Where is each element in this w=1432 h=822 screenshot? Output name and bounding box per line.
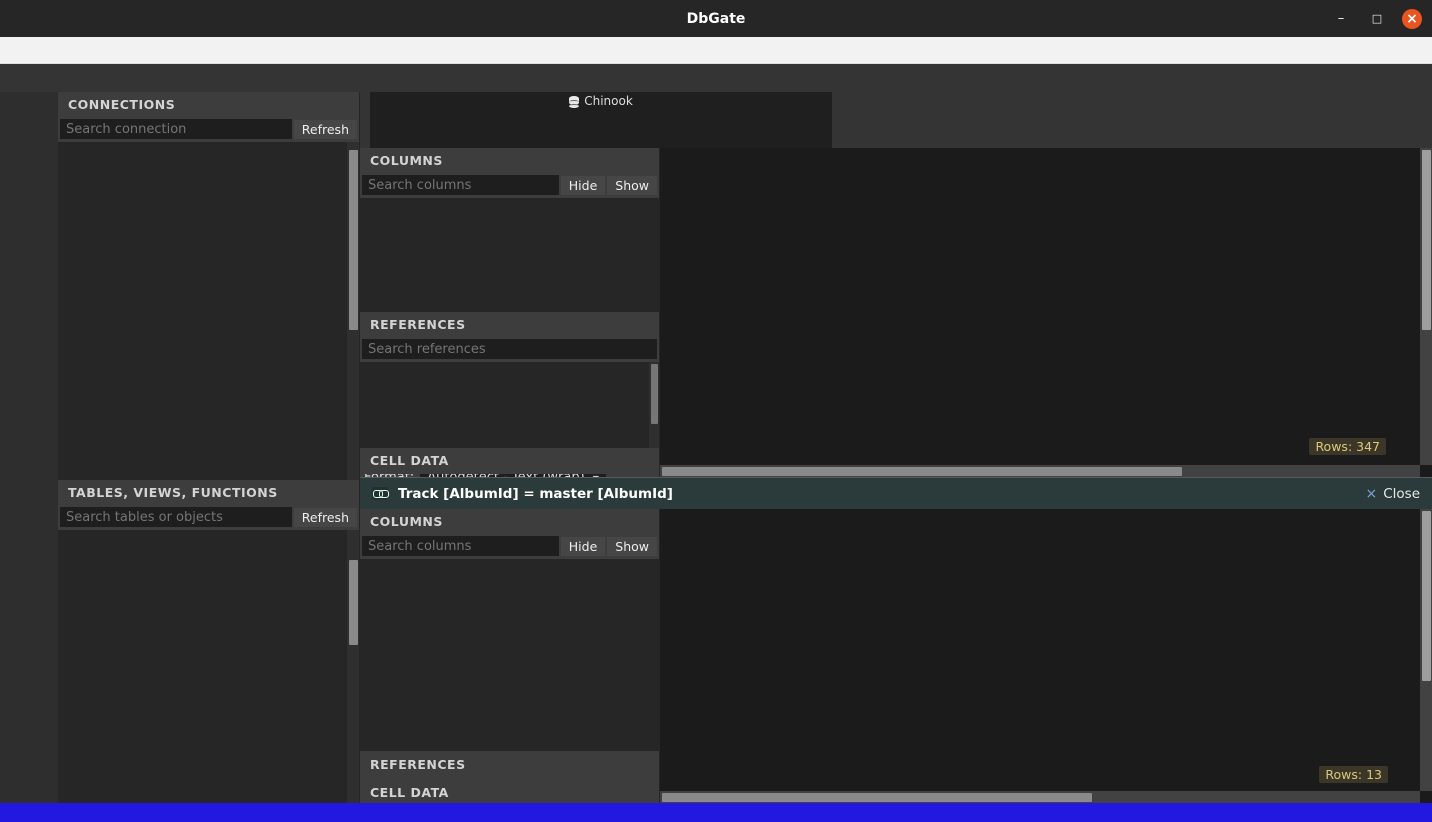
tab-group-database-name: Chinook xyxy=(584,94,633,108)
search-references-input[interactable] xyxy=(362,339,657,359)
columns-list xyxy=(360,198,659,312)
tabs xyxy=(370,109,832,148)
reference-detail-panel: Track [AlbumId] = master [AlbumId] × Clo… xyxy=(360,477,1432,803)
database-icon xyxy=(569,96,579,105)
cell-data-header: CELL DATA xyxy=(360,448,659,474)
grid-vertical-scrollbar[interactable] xyxy=(1420,148,1432,465)
tables-search-row: Refresh xyxy=(58,506,359,530)
bottom-managers-panel: COLUMNS Hide Show REFERENCES CELL DATA xyxy=(360,509,660,803)
dbgate-window: DbGate CONNECTIONS Refresh TABLES, VIEWS… xyxy=(0,0,1432,822)
columns-header: COLUMNS xyxy=(360,509,659,535)
connections-scrollbar[interactable] xyxy=(347,142,359,480)
tables-header: TABLES, VIEWS, FUNCTIONS xyxy=(58,480,359,506)
search-columns-input[interactable] xyxy=(362,536,559,556)
references-scrollbar-thumb[interactable] xyxy=(651,364,658,424)
link-icon xyxy=(372,487,388,500)
album-data-grid: Rows: 347 xyxy=(660,148,1432,477)
album-tab-content: COLUMNS Hide Show REFERENCES CELL DATA xyxy=(360,148,1432,477)
references-scrollbar[interactable] xyxy=(649,362,659,448)
close-reference-panel-button[interactable]: × Close xyxy=(1365,486,1420,502)
show-button[interactable]: Show xyxy=(607,176,657,195)
reference-panel-title: Track [AlbumId] = master [AlbumId] xyxy=(398,486,673,502)
icon-rail xyxy=(0,92,58,803)
tab-group-label: Chinook xyxy=(370,92,832,109)
hide-button[interactable]: Hide xyxy=(561,537,606,556)
tab-group: Chinook xyxy=(370,92,832,148)
search-tables-input[interactable] xyxy=(60,507,292,527)
tables-scrollbar-thumb[interactable] xyxy=(349,560,358,645)
grid-vscroll-thumb[interactable] xyxy=(1422,150,1431,330)
reference-panel-body: COLUMNS Hide Show REFERENCES CELL DATA xyxy=(360,509,1432,803)
connections-list xyxy=(58,142,359,480)
columns-header: COLUMNS xyxy=(360,148,659,174)
window-controls xyxy=(1330,8,1432,30)
workspace: Chinook COLUMNS Hide Show REFERENCES xyxy=(360,92,1432,803)
top-managers-panel: COLUMNS Hide Show REFERENCES CELL DATA xyxy=(360,148,660,477)
status-bar xyxy=(0,803,1432,822)
grid-horizontal-scrollbar[interactable] xyxy=(660,465,1420,477)
close-icon[interactable] xyxy=(1402,9,1422,29)
main-area: CONNECTIONS Refresh TABLES, VIEWS, FUNCT… xyxy=(0,92,1432,803)
connections-header: CONNECTIONS xyxy=(58,92,359,118)
connections-search-row: Refresh xyxy=(58,118,359,142)
window-title: DbGate xyxy=(0,11,1432,27)
grid-vscroll-thumb[interactable] xyxy=(1422,511,1431,681)
references-search-row xyxy=(360,338,659,362)
show-button[interactable]: Show xyxy=(607,537,657,556)
columns-list xyxy=(360,559,659,751)
tables-refresh-button[interactable]: Refresh xyxy=(294,508,357,527)
grid-hscroll-thumb[interactable] xyxy=(662,467,1182,476)
references-list xyxy=(360,362,659,448)
connections-scrollbar-thumb[interactable] xyxy=(349,150,358,330)
close-label: Close xyxy=(1383,486,1420,502)
rows-count-badge: Rows: 13 xyxy=(1319,766,1388,783)
rows-count-badge: Rows: 347 xyxy=(1309,438,1386,455)
search-columns-input[interactable] xyxy=(362,175,559,195)
track-data-grid: Rows: 13 xyxy=(660,509,1432,803)
references-header: REFERENCES xyxy=(360,312,659,338)
references-header: REFERENCES xyxy=(360,752,659,778)
hide-button[interactable]: Hide xyxy=(561,176,606,195)
grid-vertical-scrollbar[interactable] xyxy=(1420,509,1432,791)
grid-hscroll-thumb[interactable] xyxy=(662,793,1092,802)
tables-scrollbar[interactable] xyxy=(347,530,359,803)
titlebar: DbGate xyxy=(0,0,1432,37)
minimize-icon[interactable] xyxy=(1330,8,1352,30)
columns-search-row: Hide Show xyxy=(360,535,659,559)
reference-panel-header: Track [AlbumId] = master [AlbumId] × Clo… xyxy=(360,478,1432,509)
maximize-icon[interactable] xyxy=(1366,8,1388,30)
tab-strip: Chinook xyxy=(360,92,1432,148)
grid-horizontal-scrollbar[interactable] xyxy=(660,791,1420,803)
tables-list xyxy=(58,530,359,803)
left-panel: CONNECTIONS Refresh TABLES, VIEWS, FUNCT… xyxy=(58,92,360,803)
search-connection-input[interactable] xyxy=(60,119,292,139)
toolbar xyxy=(0,64,1432,92)
cell-data-header: CELL DATA xyxy=(360,780,659,803)
menu-bar xyxy=(0,37,1432,64)
connections-refresh-button[interactable]: Refresh xyxy=(294,120,357,139)
close-icon: × xyxy=(1365,486,1377,502)
columns-search-row: Hide Show xyxy=(360,174,659,198)
